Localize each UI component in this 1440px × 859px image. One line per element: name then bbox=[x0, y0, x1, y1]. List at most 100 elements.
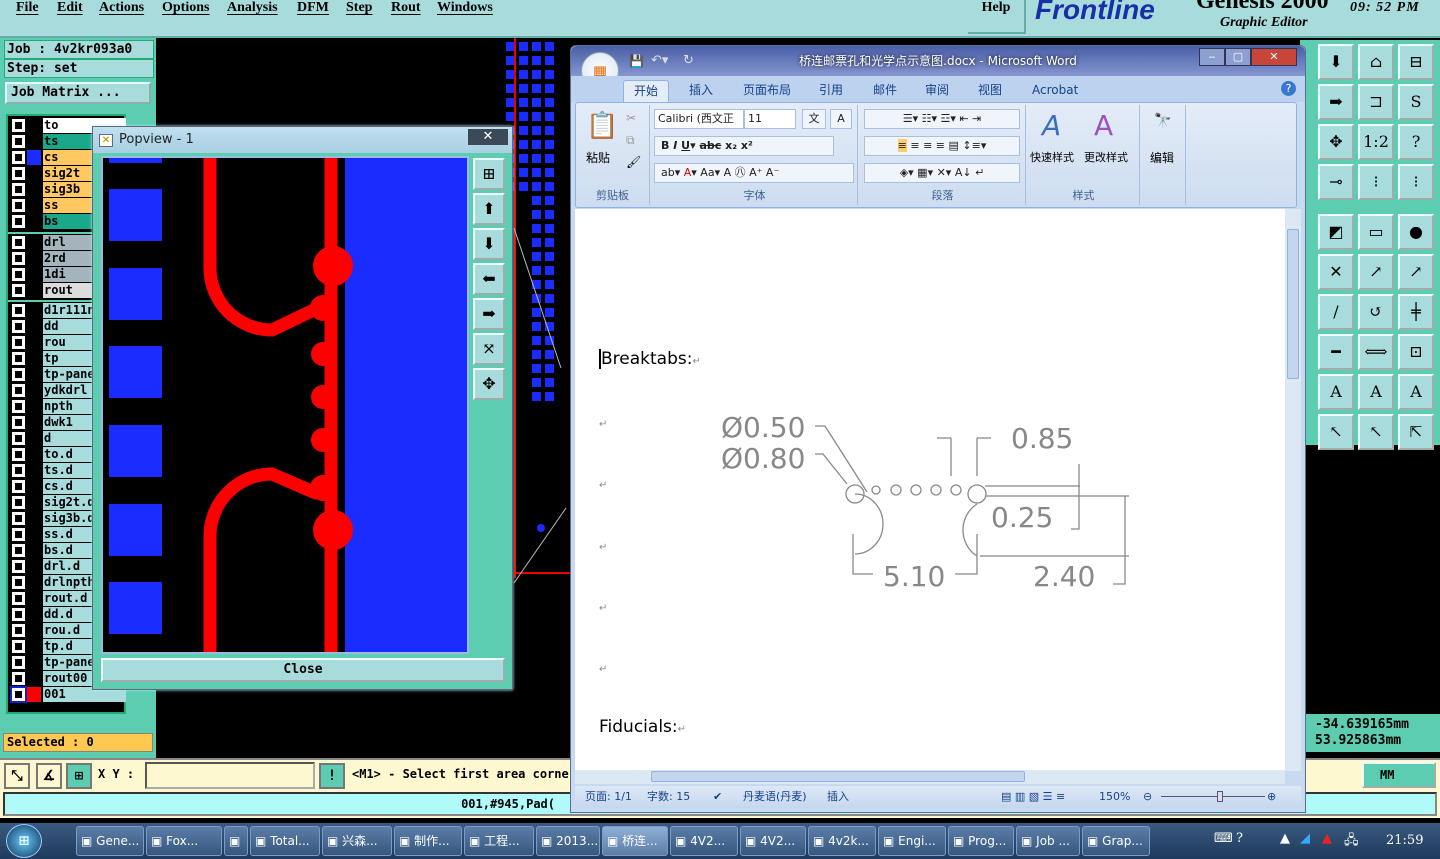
tool-button-icon[interactable]: ➡ bbox=[1318, 84, 1354, 120]
vertical-scrollbar[interactable] bbox=[1285, 209, 1301, 771]
alert-icon[interactable]: ! bbox=[319, 763, 345, 789]
tool-button-icon[interactable]: ◩ bbox=[1318, 214, 1354, 250]
tool-button-icon[interactable]: ⌂ bbox=[1358, 44, 1394, 80]
taskbar-item[interactable]: ▣ 4v2k... bbox=[808, 826, 876, 856]
layer-checkbox[interactable] bbox=[12, 199, 25, 212]
paste-icon[interactable]: 📋 bbox=[586, 111, 618, 141]
layer-checkbox[interactable] bbox=[12, 496, 25, 509]
tool-button-icon[interactable]: ⬇ bbox=[1318, 44, 1354, 80]
layer-checkbox[interactable] bbox=[12, 448, 25, 461]
layer-checkbox[interactable] bbox=[12, 183, 25, 196]
layer-checkbox[interactable] bbox=[12, 480, 25, 493]
tool-button-icon[interactable]: S bbox=[1398, 84, 1434, 120]
fit-icon[interactable]: ✥ bbox=[473, 368, 505, 400]
tool-button-icon[interactable]: ⊸ bbox=[1318, 164, 1354, 200]
quick-access-save-icon[interactable]: 💾 bbox=[629, 54, 644, 68]
tool-button-icon[interactable]: ⊐ bbox=[1358, 84, 1394, 120]
minimize-button[interactable]: ‒ bbox=[1199, 48, 1225, 66]
layer-checkbox[interactable] bbox=[12, 512, 25, 525]
xy-input[interactable] bbox=[145, 762, 315, 789]
menu-help[interactable]: Help bbox=[968, 0, 1026, 34]
layer-checkbox[interactable] bbox=[12, 400, 25, 413]
view-buttons[interactable]: ▤ ▥ ▧ ☰ ≡ bbox=[1001, 786, 1065, 808]
layer-checkbox[interactable] bbox=[12, 624, 25, 637]
layer-checkbox[interactable] bbox=[12, 284, 25, 297]
taskbar-item[interactable]: ▣ 2013... bbox=[536, 826, 600, 856]
tool-button-icon[interactable]: 1:2 bbox=[1358, 124, 1394, 160]
taskbar-item[interactable]: ▣ Grap... bbox=[1082, 826, 1150, 856]
find-icon[interactable]: 🔭 bbox=[1154, 113, 1171, 129]
tool-button-icon[interactable]: ↗ bbox=[1398, 254, 1434, 290]
tool-button-icon[interactable]: / bbox=[1318, 294, 1354, 330]
editing-button[interactable]: 编辑 bbox=[1150, 149, 1174, 166]
tab-mailings[interactable]: 邮件 bbox=[863, 80, 907, 102]
layer-checkbox[interactable] bbox=[12, 528, 25, 541]
zoom-out-icon[interactable]: ⤧ bbox=[473, 333, 505, 365]
zoom-out-icon[interactable]: ⊖ bbox=[1143, 786, 1152, 808]
tab-page-layout[interactable]: 页面布局 bbox=[733, 80, 801, 102]
layer-checkbox[interactable] bbox=[12, 576, 25, 589]
menu-analysis[interactable]: Analysis bbox=[227, 0, 278, 16]
character-border-icon[interactable]: A bbox=[830, 109, 852, 129]
tool-button-icon[interactable]: ↖ bbox=[1358, 414, 1394, 450]
layer-checkbox[interactable] bbox=[12, 608, 25, 621]
tool-button-icon[interactable]: ✥ bbox=[1318, 124, 1354, 160]
acrobat-tray-icon[interactable]: ▲ bbox=[1322, 831, 1332, 846]
alignment-buttons[interactable]: ≡ ≡ ≡ ≡ ▤ ↕≡▾ bbox=[864, 136, 1020, 156]
format-painter-icon[interactable]: 🖌 bbox=[626, 155, 641, 169]
job-matrix-button[interactable]: Job Matrix ... bbox=[5, 82, 151, 104]
start-button[interactable]: ⊞ bbox=[6, 824, 42, 858]
menu-windows[interactable]: Windows bbox=[437, 0, 493, 16]
tab-view[interactable]: 视图 bbox=[968, 80, 1012, 102]
layer-checkbox[interactable] bbox=[12, 215, 25, 228]
units-button[interactable]: MM bbox=[1362, 762, 1436, 788]
clock[interactable]: 21:59 bbox=[1386, 833, 1423, 848]
zoom-slider-thumb[interactable] bbox=[1216, 791, 1223, 802]
show-hidden-icon[interactable]: ▲ bbox=[1280, 831, 1290, 846]
menu-dfm[interactable]: DFM bbox=[297, 0, 329, 16]
zoom-in-icon[interactable]: ⊕ bbox=[1267, 786, 1276, 808]
pan-up-icon[interactable]: ⬆ bbox=[473, 193, 505, 225]
tool-button-icon[interactable]: ⁝ bbox=[1398, 164, 1434, 200]
taskbar-item[interactable]: ▣ Job ... bbox=[1016, 826, 1080, 856]
taskbar-item[interactable]: ▣ Gene... bbox=[76, 826, 144, 856]
taskbar-item[interactable]: ▣ Engi... bbox=[878, 826, 946, 856]
layer-checkbox[interactable] bbox=[12, 119, 25, 132]
cut-icon[interactable]: ✂ bbox=[626, 111, 636, 125]
layer-checkbox[interactable] bbox=[12, 320, 25, 333]
quick-styles-icon[interactable]: A bbox=[1042, 109, 1061, 142]
layer-checkbox[interactable] bbox=[12, 304, 25, 317]
taskbar-item[interactable]: ▣ Fox... bbox=[146, 826, 222, 856]
layer-checkbox[interactable] bbox=[12, 151, 25, 164]
tool-button-icon[interactable]: ↖ bbox=[1318, 414, 1354, 450]
layer-checkbox[interactable] bbox=[12, 464, 25, 477]
layer-checkbox[interactable] bbox=[12, 384, 25, 397]
zoom-in-icon[interactable]: ⊞ bbox=[473, 158, 505, 190]
layer-checkbox[interactable] bbox=[12, 336, 25, 349]
layer-checkbox[interactable] bbox=[12, 656, 25, 669]
snap-icon[interactable]: ⊞ bbox=[66, 763, 92, 789]
app-tray-icon[interactable]: ◢ bbox=[1300, 831, 1310, 846]
pan-left-icon[interactable]: ⬅ bbox=[473, 263, 505, 295]
taskbar-item[interactable]: ▣ Prog... bbox=[948, 826, 1014, 856]
tool-button-icon[interactable]: ⟺ bbox=[1358, 334, 1394, 370]
maximize-button[interactable]: ▢ bbox=[1225, 48, 1251, 66]
taskbar-item[interactable]: ▣ Total... bbox=[250, 826, 320, 856]
pan-down-icon[interactable]: ⬇ bbox=[473, 228, 505, 260]
tool-button-icon[interactable]: A bbox=[1358, 374, 1394, 410]
taskbar-item[interactable]: ▣ 4V2... bbox=[740, 826, 806, 856]
measure-icon[interactable]: ∡ bbox=[36, 763, 62, 789]
menu-edit[interactable]: Edit bbox=[57, 0, 83, 16]
tool-button-icon[interactable]: ✕ bbox=[1318, 254, 1354, 290]
layer-checkbox[interactable] bbox=[12, 640, 25, 653]
layer-checkbox[interactable] bbox=[12, 268, 25, 281]
zoom-area-icon[interactable]: ⤡ bbox=[4, 763, 30, 789]
tool-button-icon[interactable]: ━ bbox=[1318, 334, 1354, 370]
tool-button-icon[interactable]: ↗ bbox=[1358, 254, 1394, 290]
zoom-slider[interactable] bbox=[1161, 796, 1265, 797]
tab-insert[interactable]: 插入 bbox=[679, 80, 723, 102]
tool-button-icon[interactable]: ╪ bbox=[1398, 294, 1434, 330]
tool-button-icon[interactable]: ▭ bbox=[1358, 214, 1394, 250]
tool-button-icon[interactable]: ⇱ bbox=[1398, 414, 1434, 450]
tool-button-icon[interactable]: ⊡ bbox=[1398, 334, 1434, 370]
